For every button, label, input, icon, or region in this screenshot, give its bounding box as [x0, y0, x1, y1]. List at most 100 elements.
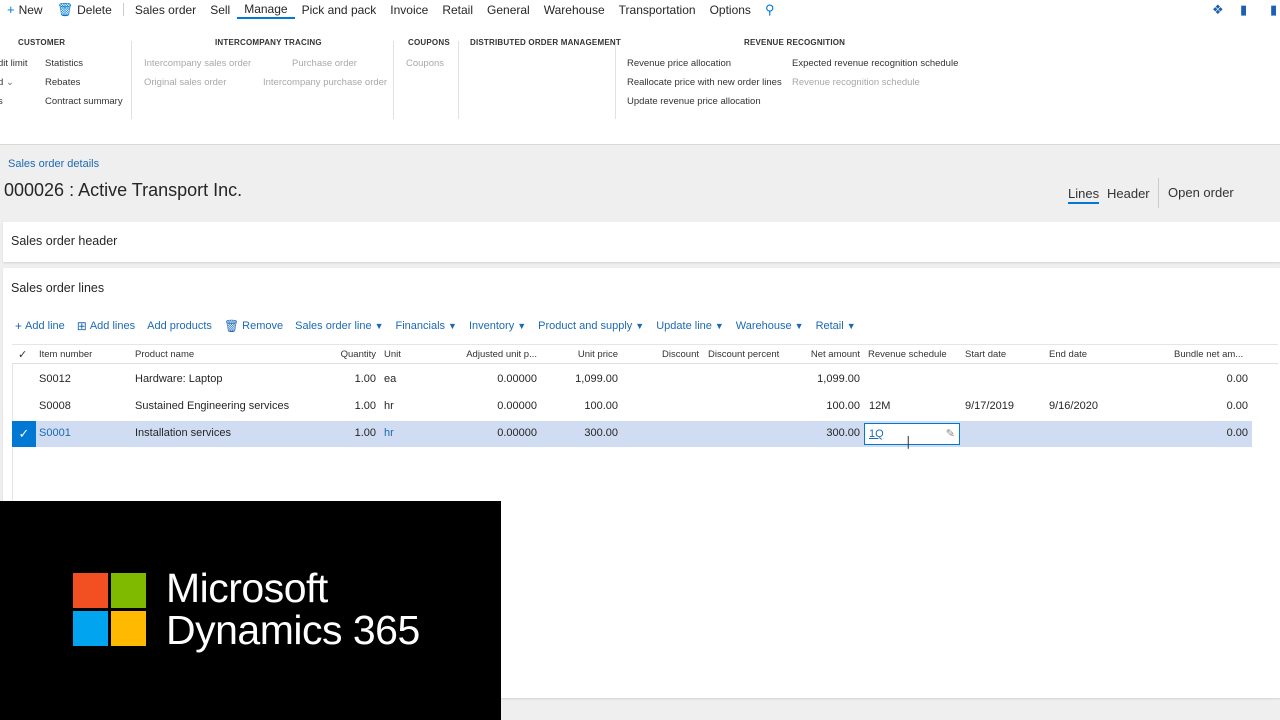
- cell-unit[interactable]: hr: [384, 400, 394, 412]
- revenue-schedule-input[interactable]: 1Q ✎: [864, 423, 960, 445]
- col-net-amount[interactable]: Net amount: [782, 349, 860, 360]
- pencil-icon[interactable]: ✎: [946, 427, 955, 440]
- statistics-button[interactable]: Statistics: [45, 58, 83, 69]
- select-all-checkbox[interactable]: ✓: [18, 348, 27, 361]
- cell-revenue-schedule[interactable]: 12M: [869, 400, 890, 412]
- menu-label: Sales order line: [295, 320, 372, 332]
- cell-item-number[interactable]: S0001: [39, 427, 71, 439]
- remove-button[interactable]: 🗑 Remove: [224, 319, 283, 333]
- cell-end-date[interactable]: 9/16/2020: [1049, 400, 1098, 412]
- cell-product-name[interactable]: Sustained Engineering services: [135, 400, 289, 412]
- col-item-number[interactable]: Item number: [39, 349, 92, 360]
- update-revenue-price-allocation-button[interactable]: Update revenue price allocation: [627, 96, 761, 107]
- table-row[interactable]: S0008 Sustained Engineering services 1.0…: [12, 394, 1252, 420]
- office-icon[interactable]: ▮: [1240, 0, 1247, 19]
- cell-net-amount[interactable]: 100.00: [782, 400, 860, 412]
- tab-retail[interactable]: Retail: [435, 0, 480, 19]
- reallocate-price-button[interactable]: Reallocate price with new order lines: [627, 77, 782, 88]
- cell-unit[interactable]: ea: [384, 373, 396, 385]
- menu-update-line[interactable]: Update line ▼: [656, 320, 724, 332]
- breadcrumb[interactable]: Sales order details: [8, 158, 99, 170]
- col-adjusted-unit-price[interactable]: Adjusted unit p...: [432, 349, 537, 360]
- menu-sales-order-line[interactable]: Sales order line ▼: [295, 320, 383, 332]
- rebates-button[interactable]: Rebates: [45, 77, 80, 88]
- col-bundle-net-amount[interactable]: Bundle net am...: [1174, 349, 1243, 360]
- apps-icon[interactable]: ▮: [1270, 0, 1277, 19]
- cell-item-number[interactable]: S0008: [39, 400, 71, 412]
- col-discount[interactable]: Discount: [632, 349, 699, 360]
- cell-quantity[interactable]: 1.00: [312, 400, 376, 412]
- cell-item-number[interactable]: S0012: [39, 373, 71, 385]
- cell-unit-price[interactable]: 1,099.00: [552, 373, 618, 385]
- cell-unit-price[interactable]: 100.00: [552, 400, 618, 412]
- intercompany-purchase-order-button[interactable]: Intercompany purchase order: [263, 77, 387, 88]
- menu-label: Inventory: [468, 320, 515, 332]
- add-lines-button[interactable]: ⊞ Add lines: [77, 319, 135, 333]
- cell-bundle-net-amount[interactable]: 0.00: [1182, 427, 1248, 439]
- table-row-selected[interactable]: ✓ S0001 Installation services 1.00 hr 0.…: [12, 421, 1252, 447]
- col-end-date[interactable]: End date: [1049, 349, 1087, 360]
- credit-menu-item[interactable]: d ⌄: [0, 77, 14, 88]
- original-sales-order-button[interactable]: Original sales order: [144, 77, 226, 88]
- cell-bundle-net-amount[interactable]: 0.00: [1182, 400, 1248, 412]
- contract-summary-button[interactable]: Contract summary: [45, 96, 123, 107]
- purchase-order-button[interactable]: Purchase order: [292, 58, 357, 69]
- credit-menu-label: d: [0, 77, 4, 88]
- menu-label: Product and supply: [538, 320, 633, 332]
- col-product-name[interactable]: Product name: [135, 349, 194, 360]
- cell-adjusted-unit-price[interactable]: 0.00000: [432, 400, 537, 412]
- revenue-recognition-schedule-button[interactable]: Revenue recognition schedule: [792, 77, 920, 88]
- expected-revenue-schedule-button[interactable]: Expected revenue recognition schedule: [792, 58, 958, 69]
- search-icon: ⚲: [764, 1, 775, 17]
- menu-financials[interactable]: Financials ▼: [396, 320, 457, 332]
- tab-lines[interactable]: Lines: [1068, 186, 1100, 204]
- cell-net-amount[interactable]: 300.00: [782, 427, 860, 439]
- chevron-down-icon: ▼: [714, 321, 724, 331]
- connector-icon[interactable]: ❖: [1212, 0, 1224, 19]
- tab-options[interactable]: Options: [703, 0, 758, 19]
- row-checkbox-checked[interactable]: ✓: [12, 421, 36, 447]
- tab-header[interactable]: Header: [1107, 186, 1150, 201]
- cell-adjusted-unit-price[interactable]: 0.00000: [432, 373, 537, 385]
- sales-order-header-section[interactable]: Sales order header: [3, 222, 1280, 262]
- tab-invoice[interactable]: Invoice: [383, 0, 435, 19]
- tab-general[interactable]: General: [480, 0, 537, 19]
- tab-pick-and-pack[interactable]: Pick and pack: [295, 0, 384, 19]
- tab-warehouse[interactable]: Warehouse: [537, 0, 612, 19]
- cell-start-date[interactable]: 9/17/2019: [965, 400, 1014, 412]
- cell-quantity[interactable]: 1.00: [312, 427, 376, 439]
- add-products-button[interactable]: Add products: [147, 320, 212, 332]
- table-row[interactable]: S0012 Hardware: Laptop 1.00 ea 0.00000 1…: [12, 367, 1252, 393]
- menu-product-and-supply[interactable]: Product and supply ▼: [538, 320, 644, 332]
- delete-button[interactable]: 🗑 Delete: [50, 0, 119, 19]
- col-quantity[interactable]: Quantity: [312, 349, 376, 360]
- search-button[interactable]: ⚲: [758, 0, 786, 19]
- col-unit-price[interactable]: Unit price: [552, 349, 618, 360]
- cell-adjusted-unit-price[interactable]: 0.00000: [432, 427, 537, 439]
- intercompany-sales-order-button[interactable]: Intercompany sales order: [144, 58, 251, 69]
- add-line-button[interactable]: + Add line: [15, 319, 65, 333]
- cell-net-amount[interactable]: 1,099.00: [782, 373, 860, 385]
- col-start-date[interactable]: Start date: [965, 349, 1006, 360]
- tab-manage[interactable]: Manage: [237, 0, 295, 19]
- cell-unit-price[interactable]: 300.00: [552, 427, 618, 439]
- tab-sell[interactable]: Sell: [203, 0, 237, 19]
- coupons-button[interactable]: Coupons: [406, 58, 444, 69]
- cell-product-name[interactable]: Hardware: Laptop: [135, 373, 222, 385]
- col-discount-percent[interactable]: Discount percent: [708, 349, 779, 360]
- tab-sales-order[interactable]: Sales order: [128, 0, 203, 19]
- menu-retail[interactable]: Retail ▼: [816, 320, 856, 332]
- cell-quantity[interactable]: 1.00: [312, 373, 376, 385]
- revenue-price-allocation-button[interactable]: Revenue price allocation: [627, 58, 731, 69]
- tab-transportation[interactable]: Transportation: [612, 0, 703, 19]
- col-revenue-schedule[interactable]: Revenue schedule: [868, 349, 947, 360]
- new-button[interactable]: + New: [0, 0, 50, 19]
- credit-limit-item[interactable]: dit limit: [0, 58, 28, 69]
- cell-bundle-net-amount[interactable]: 0.00: [1182, 373, 1248, 385]
- menu-inventory[interactable]: Inventory ▼: [469, 320, 526, 332]
- cell-unit[interactable]: hr: [384, 427, 394, 439]
- customer-truncated-item[interactable]: s: [0, 96, 3, 107]
- menu-warehouse[interactable]: Warehouse ▼: [736, 320, 804, 332]
- cell-product-name[interactable]: Installation services: [135, 427, 231, 439]
- col-unit[interactable]: Unit: [384, 349, 401, 360]
